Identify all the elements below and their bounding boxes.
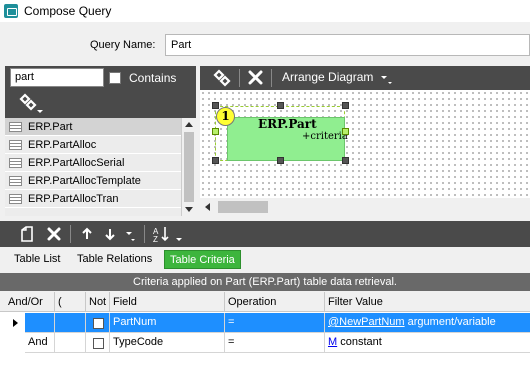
resize-handle[interactable] (212, 157, 219, 164)
list-item[interactable]: ERP.PartAllocTran (5, 190, 181, 208)
delete-icon[interactable] (246, 68, 266, 88)
filter-value-cell[interactable]: M constant (325, 333, 530, 353)
table-icon (9, 157, 22, 168)
table-list: ERP.Part ERP.PartAlloc ERP.PartAllocSeri… (5, 118, 181, 216)
table-row[interactable]: And TypeCode = M constant (0, 333, 530, 353)
add-relation-icon[interactable] (17, 93, 45, 115)
delete-icon[interactable] (45, 225, 63, 243)
not-checkbox[interactable] (93, 318, 104, 329)
column-header-not[interactable]: Not (86, 292, 110, 312)
list-item[interactable]: ERP.PartAllocSerial (5, 154, 181, 172)
operation-cell[interactable]: = (225, 333, 325, 353)
filter-value-cell[interactable]: @NewPartNum argument/variable (325, 313, 530, 333)
toolbar-divider (271, 69, 272, 87)
list-item[interactable]: ERP.Part (5, 118, 181, 136)
diagram-toolbar: Arrange Diagram (200, 66, 530, 90)
grid-header: And/Or ( Not Field Operation Filter Valu… (0, 292, 530, 312)
column-header-paren[interactable]: ( (55, 292, 86, 312)
table-icon (9, 175, 22, 186)
field-cell[interactable]: TypeCode (110, 333, 225, 353)
criteria-toolbar: AZ (0, 221, 530, 247)
table-row[interactable]: PartNum = @NewPartNum argument/variable (0, 313, 530, 333)
paren-cell[interactable] (55, 333, 86, 353)
arrange-diagram-button[interactable]: Arrange Diagram (282, 70, 373, 84)
link-icon[interactable] (212, 68, 234, 88)
tab-table-relations[interactable]: Table Relations (72, 250, 157, 269)
resize-handle[interactable] (342, 128, 349, 135)
table-search-panel: part Contains ERP.Part ERP.PartAlloc ERP… (5, 66, 196, 216)
resize-handle[interactable] (212, 128, 219, 135)
not-checkbox[interactable] (93, 338, 104, 349)
node-title: ERP.Part (258, 117, 317, 131)
filter-value-link[interactable]: M (328, 336, 337, 348)
table-icon (9, 121, 22, 132)
scroll-thumb[interactable] (184, 132, 194, 202)
node-criteria-label: +criteria (302, 131, 348, 142)
move-up-icon[interactable] (80, 226, 94, 242)
table-icon (9, 139, 22, 150)
field-cell[interactable]: PartNum (110, 313, 225, 333)
criteria-banner: Criteria applied on Part (ERP.Part) tabl… (0, 273, 530, 291)
table-list-scrollbar[interactable] (181, 118, 196, 216)
scroll-thumb[interactable] (218, 201, 268, 213)
and-or-cell[interactable]: And (25, 333, 55, 353)
diagram-canvas[interactable]: ERP.Part +criteria 1 (200, 90, 530, 198)
query-name-input[interactable]: Part (165, 34, 530, 56)
diagram-horizontal-scrollbar[interactable] (200, 198, 530, 216)
sort-icon[interactable]: AZ (152, 224, 186, 244)
list-item[interactable]: ERP.PartAllocTemplate (5, 172, 181, 190)
toolbar-divider (239, 69, 240, 87)
svg-text:Z: Z (153, 235, 158, 244)
tab-table-criteria[interactable]: Table Criteria (164, 250, 241, 269)
column-header-filter-value[interactable]: Filter Value (325, 292, 530, 312)
chevron-down-icon[interactable] (124, 229, 136, 243)
tab-table-list[interactable]: Table List (9, 250, 65, 269)
column-header-operation[interactable]: Operation (225, 292, 325, 312)
move-down-icon[interactable] (103, 226, 117, 242)
resize-handle[interactable] (342, 157, 349, 164)
resize-handle[interactable] (277, 157, 284, 164)
app-icon (4, 4, 18, 18)
criteria-grid: And/Or ( Not Field Operation Filter Valu… (0, 292, 530, 369)
query-name-label: Query Name: (90, 39, 156, 51)
window-title: Compose Query (24, 4, 112, 18)
filter-value-type: constant (340, 336, 382, 348)
and-or-cell[interactable] (25, 313, 55, 333)
contains-label: Contains (129, 71, 177, 85)
resize-handle[interactable] (277, 102, 284, 109)
tab-strip: Table List Table Relations Table Criteri… (0, 247, 530, 270)
table-search-input[interactable]: part (10, 68, 104, 87)
chevron-down-icon[interactable] (379, 68, 393, 88)
column-header-and-or[interactable]: And/Or (0, 292, 55, 312)
table-icon (9, 193, 22, 204)
paren-cell[interactable] (55, 313, 86, 333)
current-row-indicator (13, 319, 18, 327)
filter-value-type: argument/variable (407, 316, 496, 328)
list-item[interactable]: ERP.PartAlloc (5, 136, 181, 154)
scroll-left-icon[interactable] (205, 203, 210, 211)
query-name-row: Query Name: Part (0, 33, 530, 59)
toolbar-divider (144, 225, 145, 243)
contains-checkbox[interactable] (109, 72, 121, 84)
toolbar-divider (70, 225, 71, 243)
title-bar: Compose Query (0, 0, 530, 22)
resize-handle[interactable] (342, 102, 349, 109)
node-number-badge: 1 (216, 107, 235, 126)
operation-cell[interactable]: = (225, 313, 325, 333)
filter-value-link[interactable]: @NewPartNum (328, 316, 405, 328)
resize-handle[interactable] (212, 102, 219, 109)
new-document-icon[interactable] (18, 225, 36, 243)
scroll-up-icon[interactable] (185, 122, 193, 127)
column-header-field[interactable]: Field (110, 292, 225, 312)
scroll-down-icon[interactable] (185, 207, 193, 212)
